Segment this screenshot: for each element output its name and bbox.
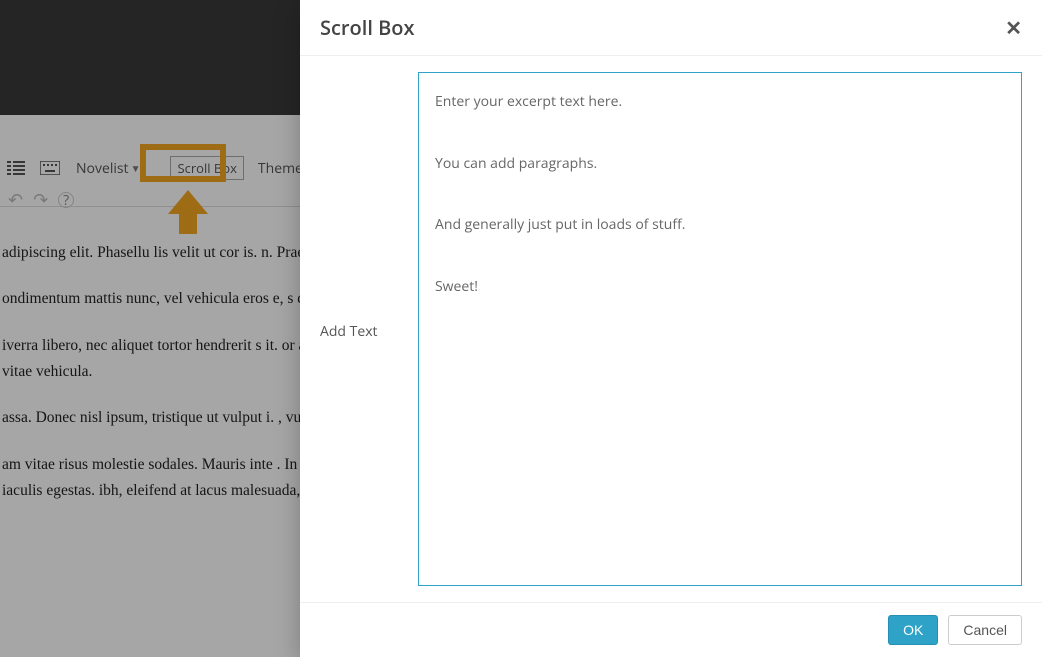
modal-body: Add Text: [300, 56, 1042, 602]
modal-title: Scroll Box: [320, 14, 415, 41]
cancel-button[interactable]: Cancel: [948, 615, 1022, 645]
ok-button[interactable]: OK: [888, 615, 938, 645]
modal-footer: OK Cancel: [300, 602, 1042, 657]
modal-header: Scroll Box ✕: [300, 0, 1042, 56]
excerpt-textarea[interactable]: [418, 72, 1022, 586]
close-icon[interactable]: ✕: [1005, 14, 1022, 41]
add-text-label: Add Text: [320, 72, 400, 586]
scroll-box-modal: Scroll Box ✕ Add Text OK Cancel: [300, 0, 1042, 657]
